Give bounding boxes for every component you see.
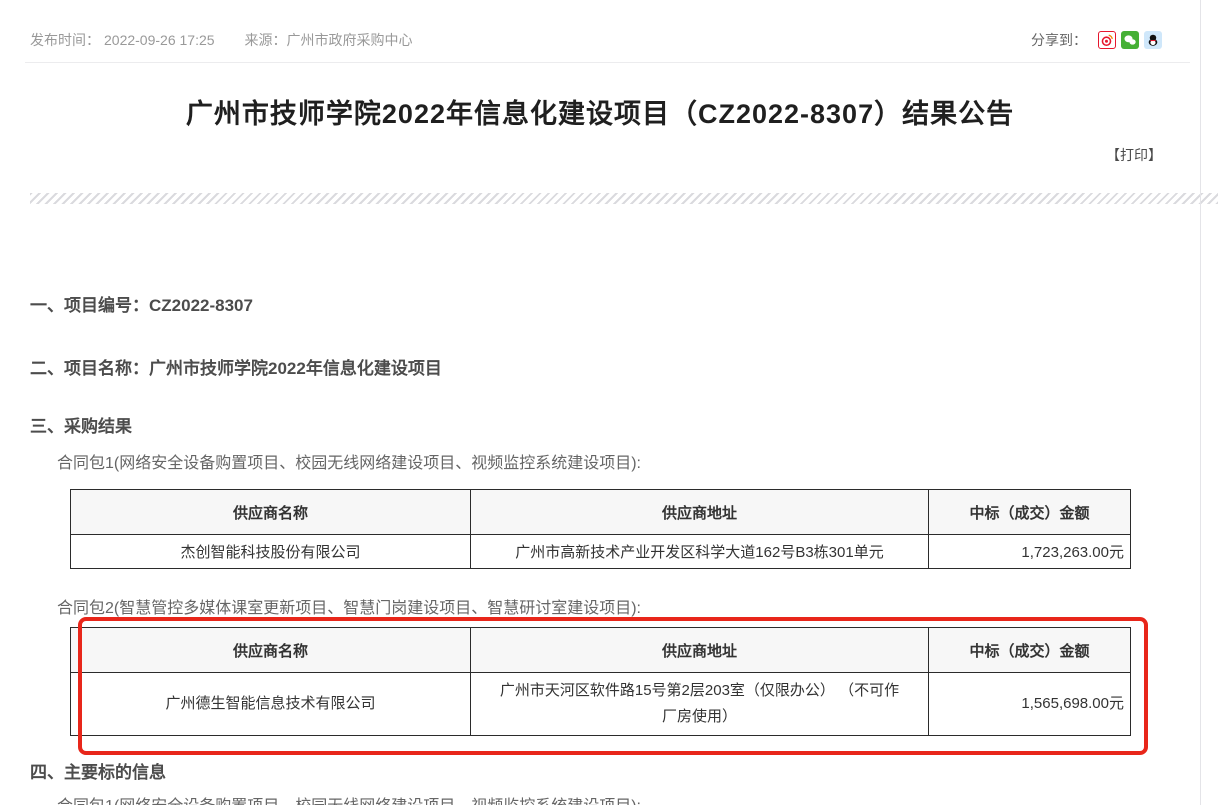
supplier-address-cell: 广州市高新技术产业开发区科学大道162号B3栋301单元 [471, 535, 929, 569]
share-label: 分享到： [1031, 30, 1087, 50]
header-divider [25, 62, 1190, 63]
hatched-divider [30, 193, 1218, 204]
publish-time-label: 发布时间： [30, 30, 100, 50]
supplier-address-cell: 广州市天河区软件路15号第2层203室（仅限办公） （不可作厂房使用） [471, 673, 929, 736]
package2-table-wrap: 供应商名称 供应商地址 中标（成交）金额 广州德生智能信息技术有限公司 广州市天… [70, 627, 1130, 736]
header-supplier-address: 供应商地址 [471, 628, 929, 673]
qq-icon[interactable] [1144, 31, 1162, 49]
header-supplier-name: 供应商名称 [71, 490, 471, 535]
award-amount-cell: 1,565,698.00元 [929, 673, 1131, 736]
supplier-name-cell: 杰创智能科技股份有限公司 [71, 535, 471, 569]
header-supplier-address: 供应商地址 [471, 490, 929, 535]
table-header-row: 供应商名称 供应商地址 中标（成交）金额 [71, 490, 1131, 535]
package2-result-table: 供应商名称 供应商地址 中标（成交）金额 广州德生智能信息技术有限公司 广州市天… [70, 627, 1131, 736]
table-row: 广州德生智能信息技术有限公司 广州市天河区软件路15号第2层203室（仅限办公）… [71, 673, 1131, 736]
clipped-bottom-line: 合同包1(网络安全设备购置项目、校园无线网络建设项目、视频监控系统建设项目): [57, 792, 641, 805]
package1-result-table: 供应商名称 供应商地址 中标（成交）金额 杰创智能科技股份有限公司 广州市高新技… [70, 489, 1131, 569]
meta-bar: 发布时间： 2022-09-26 17:25 来源：广州市政府采购中心 分享到： [30, 30, 1162, 50]
page-title: 广州市技师学院2022年信息化建设项目（CZ2022-8307）结果公告 [0, 92, 1200, 131]
section-project-name: 二、项目名称：广州市技师学院2022年信息化建设项目 [30, 354, 442, 379]
table-header-row: 供应商名称 供应商地址 中标（成交）金额 [71, 628, 1131, 673]
table-row: 杰创智能科技股份有限公司 广州市高新技术产业开发区科学大道162号B3栋301单… [71, 535, 1131, 569]
share-bar: 分享到： [1031, 30, 1162, 50]
publish-time-value: 2022-09-26 17:25 [104, 32, 215, 48]
print-button[interactable]: 【打印】 [1106, 145, 1162, 165]
header-supplier-name: 供应商名称 [71, 628, 471, 673]
supplier-name-cell: 广州德生智能信息技术有限公司 [71, 673, 471, 736]
section-main-subject-info: 四、主要标的信息 [30, 758, 166, 783]
weibo-icon[interactable] [1098, 31, 1116, 49]
announcement-page: 发布时间： 2022-09-26 17:25 来源：广州市政府采购中心 分享到： [0, 0, 1218, 805]
package1-intro: 合同包1(网络安全设备购置项目、校园无线网络建设项目、视频监控系统建设项目): [57, 449, 641, 473]
header-award-amount: 中标（成交）金额 [929, 490, 1131, 535]
source-value: 广州市政府采购中心 [287, 32, 413, 48]
header-award-amount: 中标（成交）金额 [929, 628, 1131, 673]
package2-intro: 合同包2(智慧管控多媒体课室更新项目、智慧门岗建设项目、智慧研讨室建设项目): [57, 594, 641, 618]
source-label: 来源： [245, 32, 287, 48]
section-project-number: 一、项目编号：CZ2022-8307 [30, 291, 253, 316]
award-amount-cell: 1,723,263.00元 [929, 535, 1131, 569]
section-procurement-result: 三、采购结果 [30, 412, 132, 437]
page-right-border [1200, 0, 1201, 805]
wechat-icon[interactable] [1121, 31, 1139, 49]
